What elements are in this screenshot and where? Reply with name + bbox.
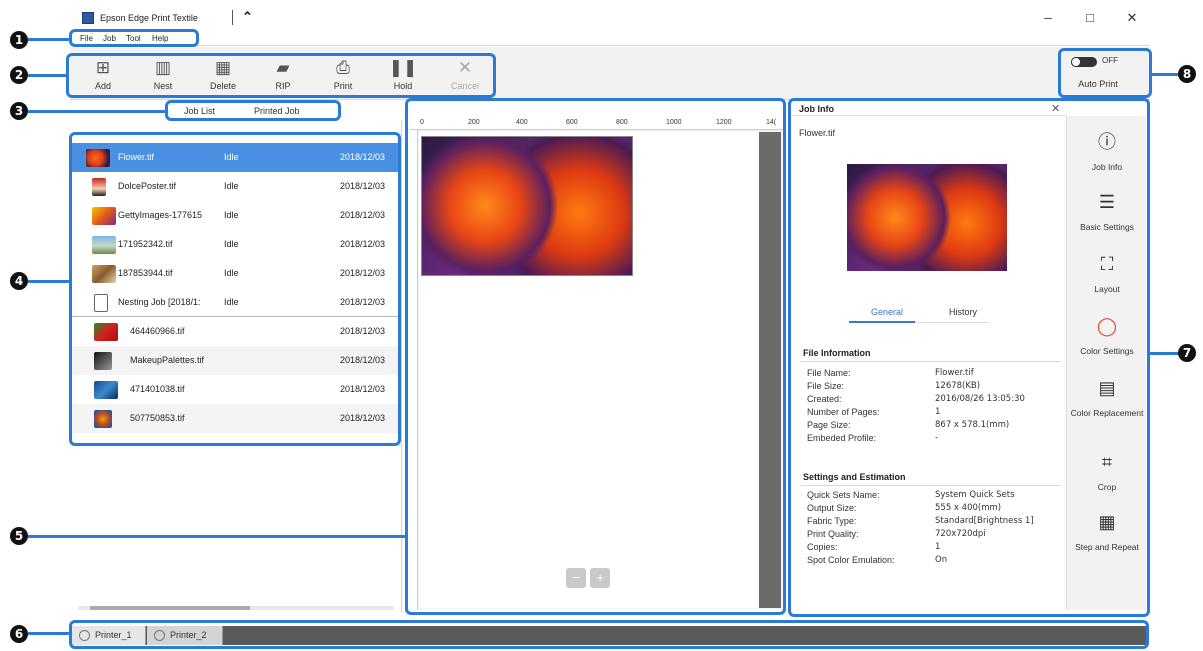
callout-marker: 2	[10, 66, 28, 84]
callout-box-menu	[69, 29, 199, 47]
close-window-button[interactable]: ✕	[1122, 10, 1142, 26]
callout-line	[28, 632, 69, 635]
callout-marker: 7	[1178, 344, 1196, 362]
maximize-button[interactable]: □	[1080, 10, 1100, 25]
collapse-ribbon-button[interactable]: ⌃	[242, 9, 253, 25]
callout-marker: 1	[10, 31, 28, 49]
callout-marker: 8	[1178, 65, 1196, 83]
title-separator	[232, 10, 233, 25]
callout-line	[28, 74, 66, 77]
scrollbar-thumb[interactable]	[90, 606, 250, 610]
callout-line	[28, 535, 405, 538]
app-icon	[82, 12, 94, 24]
menu-bar: File Job Tool Help	[70, 34, 1150, 46]
callout-line	[28, 38, 69, 41]
horizontal-scrollbar[interactable]	[78, 606, 394, 610]
app-title: Epson Edge Print Textile	[100, 13, 198, 23]
callout-box-job-list	[69, 132, 401, 446]
callout-marker: 4	[10, 272, 28, 290]
minimize-button[interactable]: –	[1038, 10, 1058, 25]
callout-marker: 3	[10, 102, 28, 120]
title-bar: Epson Edge Print Textile ⌃ – □ ✕	[70, 0, 1150, 34]
callout-line	[28, 280, 69, 283]
callout-line	[1150, 352, 1180, 355]
callout-box-toolbar	[66, 53, 496, 98]
callout-marker: 6	[10, 625, 28, 643]
callout-box-auto-print	[1058, 48, 1152, 98]
callout-box-tabs	[165, 100, 341, 121]
callout-box-preview	[405, 98, 786, 615]
callout-line	[28, 110, 165, 113]
callout-box-job-info	[788, 98, 1150, 617]
callout-marker: 5	[10, 527, 28, 545]
callout-line	[1152, 73, 1180, 76]
callout-box-printers	[69, 620, 1149, 649]
